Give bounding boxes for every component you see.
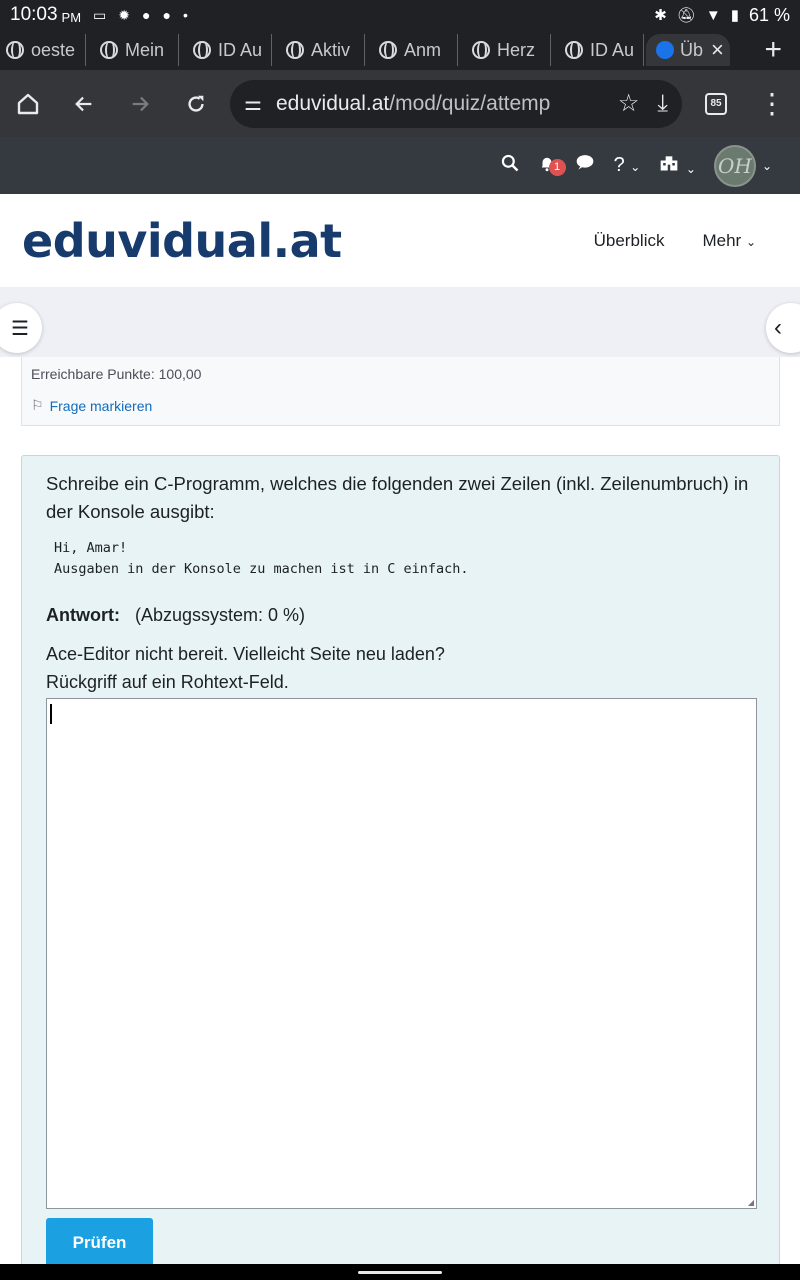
answer-textarea[interactable]: ◢ xyxy=(46,698,757,1209)
mute-icon: 🔕︎ xyxy=(676,7,696,24)
tab-label: Üb xyxy=(680,39,704,60)
tab-count: 85 xyxy=(705,92,727,115)
tab-label: Aktiv xyxy=(311,39,351,60)
site-settings-icon[interactable]: ⚌ xyxy=(244,91,276,116)
question-info: Erreichbare Punkte: 100,00 ⚐ Frage marki… xyxy=(21,357,780,426)
flag-icon: ⚐ xyxy=(31,397,44,413)
search-icon[interactable] xyxy=(500,153,520,179)
browser-tab[interactable]: Mein xyxy=(86,34,179,66)
globe-icon xyxy=(472,41,490,59)
home-button[interactable] xyxy=(0,76,56,132)
browser-toolbar: ⚌ eduvidual.at/mod/quiz/attemp ☆ ⤓ 85 ⋮ xyxy=(0,70,800,137)
browser-tab[interactable]: Herz xyxy=(458,34,551,66)
notifications-bell-icon[interactable]: 1 xyxy=(538,153,566,179)
question-text: Schreibe ein C-Programm, welches die fol… xyxy=(46,473,749,522)
globe-icon xyxy=(379,41,397,59)
browser-tab-active[interactable]: Üb × xyxy=(646,34,730,66)
close-tab-icon[interactable]: × xyxy=(711,37,724,63)
chevron-down-icon[interactable]: ⌄ xyxy=(762,159,772,173)
reachable-points: Erreichbare Punkte: 100,00 xyxy=(31,366,202,382)
resize-handle-icon[interactable]: ◢ xyxy=(748,1198,754,1207)
tab-label: Herz xyxy=(497,39,536,60)
forward-button[interactable] xyxy=(112,76,168,132)
system-navigation-bar xyxy=(0,1264,800,1280)
tab-switcher-button[interactable]: 85 xyxy=(688,76,744,132)
new-tab-button[interactable]: + xyxy=(764,33,782,67)
bookmark-star-icon[interactable]: ☆ xyxy=(618,89,640,118)
site-favicon-icon xyxy=(656,41,674,59)
status-bar: 10:03 PM ▭ ✹ ● ● • ✱ 🔕︎ ▼ ▮ 61 % xyxy=(0,0,800,30)
question-content: Schreibe ein C-Programm, welches die fol… xyxy=(21,455,780,1280)
tab-label: Mein xyxy=(125,39,165,60)
app-notification-icon: ▭ xyxy=(93,6,107,23)
editor-fallback-notice: Ace-Editor nicht bereit. Vielleicht Seit… xyxy=(46,644,445,692)
site-header: eduvidual.at Überblick Mehr ⌄ xyxy=(0,194,800,287)
institution-icon[interactable]: ⌄ xyxy=(658,153,696,179)
penalty-info: (Abzugssystem: 0 %) xyxy=(135,605,306,625)
tab-label: ID Au xyxy=(590,39,635,60)
panda-icon: ● xyxy=(142,7,151,23)
globe-icon xyxy=(100,41,118,59)
url-host: eduvidual.at xyxy=(276,91,390,115)
battery-icon: ▮ xyxy=(730,7,739,24)
notification-count-badge: 1 xyxy=(548,158,566,176)
browser-tab-strip: oeste Mein ID Au Aktiv Anm Herz ID Au Üb… xyxy=(0,30,800,70)
status-time: 10:03 xyxy=(10,4,58,25)
tab-label: ID Au xyxy=(218,39,263,60)
site-navbar: 1 ? ⌄ ⌄ OH ⌄ xyxy=(0,137,800,194)
globe-icon xyxy=(286,41,304,59)
browser-tab[interactable]: Aktiv xyxy=(272,34,365,66)
flag-question-label: Frage markieren xyxy=(49,397,153,414)
back-button[interactable] xyxy=(56,76,112,132)
url-text[interactable]: eduvidual.at/mod/quiz/attemp xyxy=(276,92,600,116)
text-cursor xyxy=(50,704,52,724)
help-icon[interactable]: ? ⌄ xyxy=(614,154,641,177)
answer-label: Antwort: xyxy=(46,605,120,625)
list-icon: ☰ xyxy=(11,317,29,340)
check-button[interactable]: Prüfen xyxy=(46,1218,153,1268)
primary-navigation: Überblick Mehr ⌄ xyxy=(594,231,800,251)
expected-output-code: Hi, Amar! Ausgaben in der Konsole zu mac… xyxy=(54,540,469,577)
chevron-left-icon: ‹ xyxy=(774,314,782,341)
nav-more[interactable]: Mehr ⌄ xyxy=(702,231,756,251)
address-bar[interactable]: ⚌ eduvidual.at/mod/quiz/attemp ☆ ⤓ xyxy=(230,79,682,128)
browser-tab[interactable]: ID Au xyxy=(179,34,272,66)
bluetooth-icon: ✱ xyxy=(654,7,667,24)
user-avatar[interactable]: OH xyxy=(713,144,756,187)
site-logo[interactable]: eduvidual.at xyxy=(22,214,342,268)
dot-icon: • xyxy=(182,7,188,23)
browser-tab[interactable]: Anm xyxy=(365,34,458,66)
browser-tab[interactable]: oeste xyxy=(0,34,86,66)
globe-icon xyxy=(565,41,583,59)
nav-more-label: Mehr xyxy=(702,230,742,250)
battery-level: 61 % xyxy=(748,4,790,25)
status-ampm: PM xyxy=(61,9,82,25)
wifi-icon: ▼ xyxy=(705,6,721,24)
menu-button[interactable]: ⋮ xyxy=(744,76,800,132)
download-icon[interactable]: ⤓ xyxy=(657,90,668,118)
browser-tab[interactable]: ID Au xyxy=(551,34,644,66)
home-gesture-handle[interactable] xyxy=(358,1271,442,1274)
globe-icon xyxy=(6,41,24,59)
chevron-down-icon: ⌄ xyxy=(745,234,756,249)
flag-question-link[interactable]: ⚐ Frage markieren xyxy=(31,397,770,414)
url-path: /mod/quiz/attemp xyxy=(389,91,551,115)
nav-overview[interactable]: Überblick xyxy=(594,231,665,251)
messages-icon[interactable] xyxy=(574,153,596,179)
page-band xyxy=(0,287,800,357)
tab-label: oeste xyxy=(31,39,76,60)
tab-label: Anm xyxy=(404,39,442,60)
globe-icon xyxy=(193,41,211,59)
settings-notification-icon: ✹ xyxy=(118,6,131,23)
reload-button[interactable] xyxy=(168,76,224,132)
notification-icons: ▭ ✹ ● ● • xyxy=(93,7,188,24)
panda-icon: ● xyxy=(162,7,171,23)
answer-heading: Antwort: (Abzugssystem: 0 %) xyxy=(46,605,755,626)
